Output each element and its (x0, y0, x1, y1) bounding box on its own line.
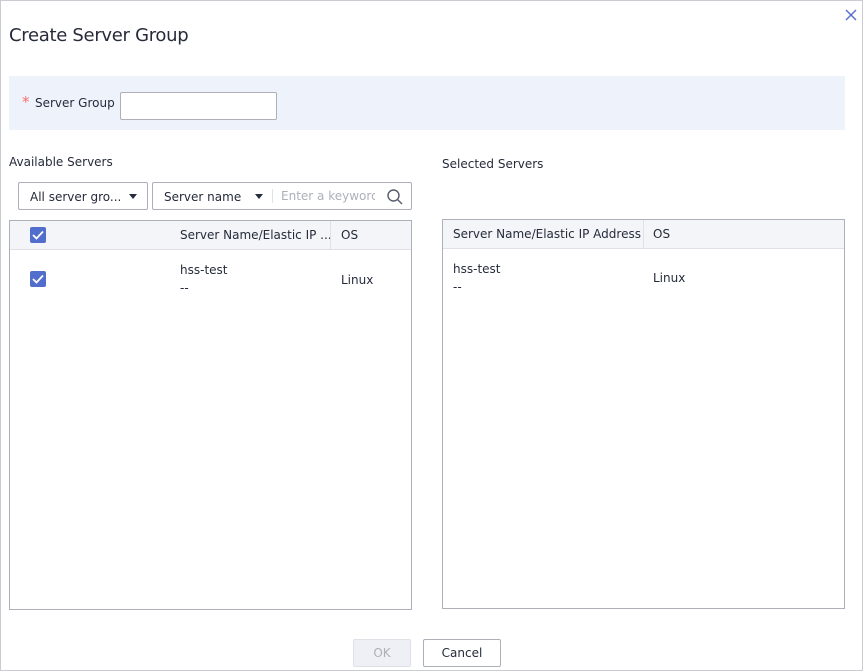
check-icon (32, 230, 44, 240)
create-server-group-dialog: Create Server Group * Server Group Avail… (0, 0, 863, 671)
column-header-os: OS (653, 227, 671, 241)
server-group-label: Server Group (35, 96, 115, 110)
select-all-checkbox[interactable] (30, 227, 46, 243)
server-os: Linux (341, 273, 374, 287)
server-name: hss-test (180, 263, 228, 277)
column-divider (643, 220, 644, 248)
cancel-button[interactable]: Cancel (423, 639, 501, 667)
search-divider (272, 189, 273, 203)
server-name: hss-test (453, 262, 501, 276)
search-field-value: Server name (164, 190, 242, 204)
server-os: Linux (653, 271, 686, 285)
table-row[interactable]: hss-test -- Linux (443, 249, 844, 311)
server-group-filter-dropdown[interactable]: All server gro... (18, 182, 148, 210)
ok-button[interactable]: OK (353, 639, 411, 667)
search-input[interactable] (275, 184, 375, 208)
server-group-input[interactable] (120, 92, 277, 120)
dialog-title: Create Server Group (9, 25, 189, 46)
column-header-os: OS (341, 228, 359, 242)
search-icon[interactable] (386, 188, 404, 206)
column-divider (330, 221, 331, 249)
table-row[interactable]: hss-test -- Linux (10, 250, 411, 312)
row-checkbox[interactable] (30, 271, 46, 287)
column-header-name: Server Name/Elastic IP ... (180, 228, 332, 242)
table-header: Server Name/Elastic IP ... OS (10, 221, 411, 250)
column-header-name: Server Name/Elastic IP Address (453, 227, 641, 241)
required-mark: * (22, 93, 30, 111)
server-ip: -- (453, 280, 462, 294)
caret-down-icon (255, 194, 263, 199)
check-icon (32, 274, 44, 284)
search-field-dropdown[interactable]: Server name (153, 183, 272, 209)
available-servers-table: Server Name/Elastic IP ... OS hss-test -… (9, 220, 412, 610)
caret-down-icon (129, 194, 137, 199)
selected-servers-label: Selected Servers (442, 157, 544, 171)
server-search: Server name (152, 182, 412, 210)
selected-servers-table: Server Name/Elastic IP Address OS hss-te… (442, 219, 845, 609)
close-icon[interactable] (843, 7, 859, 23)
server-group-form: * Server Group (9, 76, 845, 130)
table-header: Server Name/Elastic IP Address OS (443, 220, 844, 249)
server-ip: -- (180, 281, 189, 295)
server-group-filter-value: All server gro... (30, 190, 122, 204)
available-servers-label: Available Servers (9, 155, 113, 169)
